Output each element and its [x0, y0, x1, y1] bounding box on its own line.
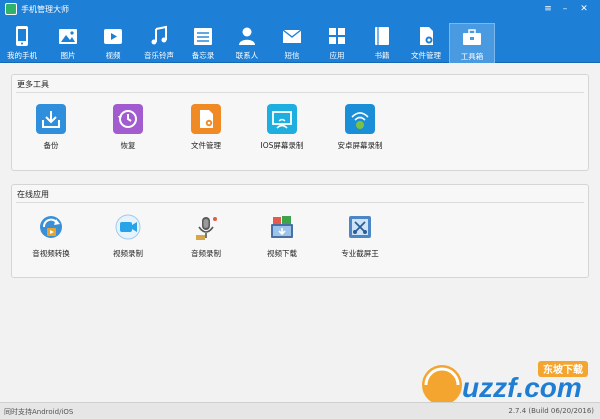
file-manager-icon: [191, 104, 221, 134]
minimize-button[interactable]: –: [559, 3, 571, 15]
tab-label: 文件管理: [411, 51, 441, 60]
tab-pictures[interactable]: 图片: [48, 23, 88, 63]
video-icon: [104, 29, 122, 44]
tool-label: 专业截屏王: [341, 249, 379, 258]
tool-label: IOS屏幕录制: [260, 141, 304, 150]
tab-music[interactable]: 音乐铃声: [139, 23, 179, 63]
version-text: 2.7.4 (Build 06/20/2016): [508, 407, 594, 415]
tool-label: 视频录制: [113, 249, 143, 258]
tab-label: 视频: [105, 51, 121, 60]
music-icon: [151, 25, 167, 45]
tool-label: 恢复: [120, 141, 136, 150]
tool-android-screen-record[interactable]: 安卓屏幕录制: [330, 104, 390, 151]
tab-label: 工具箱: [460, 52, 484, 61]
tool-video-record[interactable]: 视频录制: [98, 212, 158, 259]
tab-sms[interactable]: 短信: [272, 23, 312, 63]
av-convert-icon: [36, 212, 66, 242]
tool-label: 音频录制: [191, 249, 221, 258]
status-bar: 同时支持Android/iOS 2.7.4 (Build 06/20/2016): [0, 402, 600, 419]
book-icon: [375, 27, 389, 45]
tab-label: 我的手机: [7, 51, 37, 60]
tool-backup[interactable]: 备份: [21, 104, 81, 151]
app-logo-icon: [5, 3, 17, 15]
tab-label: 联系人: [235, 51, 259, 60]
tool-file-manager[interactable]: 文件管理: [176, 104, 236, 151]
tab-memo[interactable]: 备忘录: [183, 23, 223, 63]
ios-screen-record-icon: [267, 104, 297, 134]
backup-icon: [36, 104, 66, 134]
title-bar: 手机管理大师 ≡ – ✕: [0, 0, 600, 19]
tab-label: 书籍: [374, 51, 390, 60]
section-title: 在线应用: [17, 190, 49, 199]
tab-file-manager[interactable]: 文件管理: [406, 23, 446, 63]
toolbox-content: 更多工具 备份 恢复 文件管理 IOS屏幕录制 安卓屏幕录制 在线应用 音视频转…: [0, 64, 600, 402]
tab-apps[interactable]: 应用: [317, 23, 357, 63]
close-button[interactable]: ✕: [578, 3, 590, 15]
tab-video[interactable]: 视频: [93, 23, 133, 63]
phone-icon: [16, 26, 28, 46]
tab-books[interactable]: 书籍: [362, 23, 402, 63]
tool-restore[interactable]: 恢复: [98, 104, 158, 151]
divider: [16, 202, 584, 203]
tab-my-phone[interactable]: 我的手机: [2, 23, 42, 63]
tool-label: 文件管理: [191, 141, 221, 150]
contacts-icon: [239, 27, 255, 45]
tab-label: 应用: [329, 51, 345, 60]
tab-label: 音乐铃声: [144, 51, 174, 60]
tool-av-convert[interactable]: 音视频转换: [21, 212, 81, 259]
tab-label: 备忘录: [191, 51, 215, 60]
tab-label: 图片: [60, 51, 76, 60]
section-title: 更多工具: [17, 80, 49, 89]
main-toolbar: 我的手机 图片 视频 音乐铃声 备忘录 联系人 短信 应用 书籍 文件管理 工具…: [0, 19, 600, 63]
tool-ios-screen-record[interactable]: IOS屏幕录制: [252, 104, 312, 151]
tool-audio-record[interactable]: 音频录制: [176, 212, 236, 259]
memo-icon: [194, 28, 212, 45]
tool-video-download[interactable]: 视频下载: [252, 212, 312, 259]
apps-icon: [329, 28, 345, 44]
menu-icon[interactable]: ≡: [542, 3, 554, 15]
android-screen-record-icon: [345, 104, 375, 134]
tab-label: 短信: [284, 51, 300, 60]
tool-label: 视频下载: [267, 249, 297, 258]
screenshot-icon: [345, 212, 375, 242]
file-manager-icon: [420, 27, 433, 45]
picture-icon: [59, 29, 77, 44]
tab-contacts[interactable]: 联系人: [227, 23, 267, 63]
sms-icon: [282, 29, 302, 43]
tool-label: 备份: [43, 141, 59, 150]
restore-icon: [113, 104, 143, 134]
window-title: 手机管理大师: [21, 5, 69, 14]
tool-label: 音视频转换: [32, 249, 70, 258]
toolbox-icon: [463, 29, 481, 45]
online-apps-panel: 在线应用 音视频转换 视频录制 音频录制 视频下载 专业截屏王: [11, 184, 589, 278]
tool-label: 安卓屏幕录制: [337, 141, 383, 150]
video-download-icon: [267, 212, 297, 242]
more-tools-panel: 更多工具 备份 恢复 文件管理 IOS屏幕录制 安卓屏幕录制: [11, 74, 589, 171]
audio-record-icon: [191, 212, 221, 242]
video-record-icon: [113, 212, 143, 242]
status-support-text: 同时支持Android/iOS: [4, 408, 74, 416]
divider: [16, 92, 584, 93]
svg-text:东坡下载: 东坡下载: [543, 363, 583, 376]
tab-toolbox[interactable]: 工具箱: [449, 23, 495, 63]
tool-screenshot[interactable]: 专业截屏王: [330, 212, 390, 259]
